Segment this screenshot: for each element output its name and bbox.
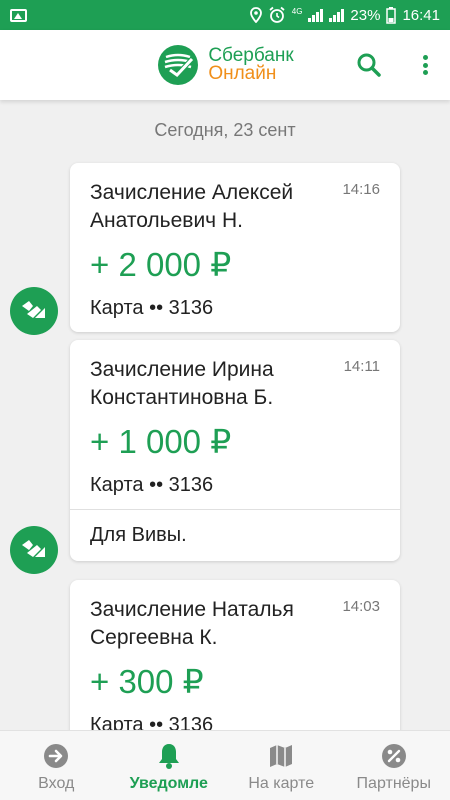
gallery-notification-icon — [10, 8, 27, 22]
nav-item-login[interactable]: Вход — [0, 731, 113, 800]
transaction-time: 14:11 — [343, 358, 380, 375]
sberbank-logo: Сбербанк Онлайн — [156, 43, 294, 87]
battery-icon — [386, 6, 397, 24]
bell-icon — [156, 743, 182, 769]
search-button[interactable] — [356, 52, 382, 78]
more-dot — [422, 70, 428, 75]
sberbank-logo-icon — [158, 45, 199, 85]
search-icon — [357, 53, 381, 77]
incoming-transfer-icon — [22, 540, 45, 557]
nav-item-label: Партнёры — [356, 775, 431, 792]
map-icon — [268, 743, 294, 769]
logo-line2: Онлайн — [208, 63, 277, 84]
card-number: Карта •• 3136 — [90, 297, 214, 319]
incoming-transfer-icon — [22, 301, 45, 318]
date-separator: Сегодня, 23 сент — [154, 120, 296, 140]
signal-icon-2 — [329, 8, 345, 22]
signal-icon — [308, 8, 324, 22]
lte-indicator: 4G — [292, 7, 303, 24]
logo-text: Сбербанк Онлайн — [208, 46, 293, 84]
transaction-title: Зачисление Алексей Анатольевич Н. — [90, 181, 294, 232]
transaction-amount: + 300 ₽ — [90, 663, 204, 700]
nav-item-label: Уведомле — [129, 775, 208, 792]
nav-item-label: На карте — [248, 775, 315, 792]
status-bar: 4G 23% 16:41 — [0, 0, 450, 30]
transaction-amount: + 1 000 ₽ — [90, 423, 232, 460]
location-icon — [249, 7, 262, 23]
transaction-title: Зачисление Наталья Сергеевна К. — [90, 598, 294, 649]
clock: 16:41 — [402, 6, 440, 24]
transaction-card[interactable]: Зачисление Ирина Константиновна Б. 14:11… — [70, 340, 400, 561]
transaction-amount: + 2 000 ₽ — [90, 246, 232, 283]
percent-icon — [381, 743, 407, 769]
nav-item-label: Вход — [38, 775, 75, 792]
transaction-card[interactable]: Зачисление Алексей Анатольевич Н. 14:16 … — [70, 163, 400, 332]
bottom-navigation: Вход Уведомле На карте Партнёры — [0, 730, 450, 800]
alarm-icon — [269, 6, 285, 23]
incoming-transfer-badge — [10, 526, 58, 574]
more-dot — [422, 55, 428, 60]
app-header: Сбербанк Онлайн — [0, 30, 450, 100]
login-icon — [43, 743, 69, 769]
nav-item-map[interactable]: На карте — [225, 731, 338, 800]
battery-percent: 23% — [350, 6, 381, 24]
network-type: 4G — [291, 6, 303, 16]
incoming-transfer-badge — [10, 287, 58, 335]
card-number: Карта •• 3136 — [90, 474, 214, 496]
more-menu-button[interactable] — [420, 52, 430, 78]
transaction-time: 14:16 — [342, 181, 380, 198]
transaction-card[interactable]: Зачисление Наталья Сергеевна К. 14:03 + … — [70, 580, 400, 740]
transaction-time: 14:03 — [342, 598, 380, 615]
nav-item-notifications[interactable]: Уведомле — [113, 731, 226, 800]
transaction-title: Зачисление Ирина Константиновна Б. — [90, 358, 274, 409]
transaction-message: Для Вивы. — [70, 509, 400, 561]
nav-item-partners[interactable]: Партнёры — [338, 731, 450, 800]
more-dot — [422, 62, 428, 68]
